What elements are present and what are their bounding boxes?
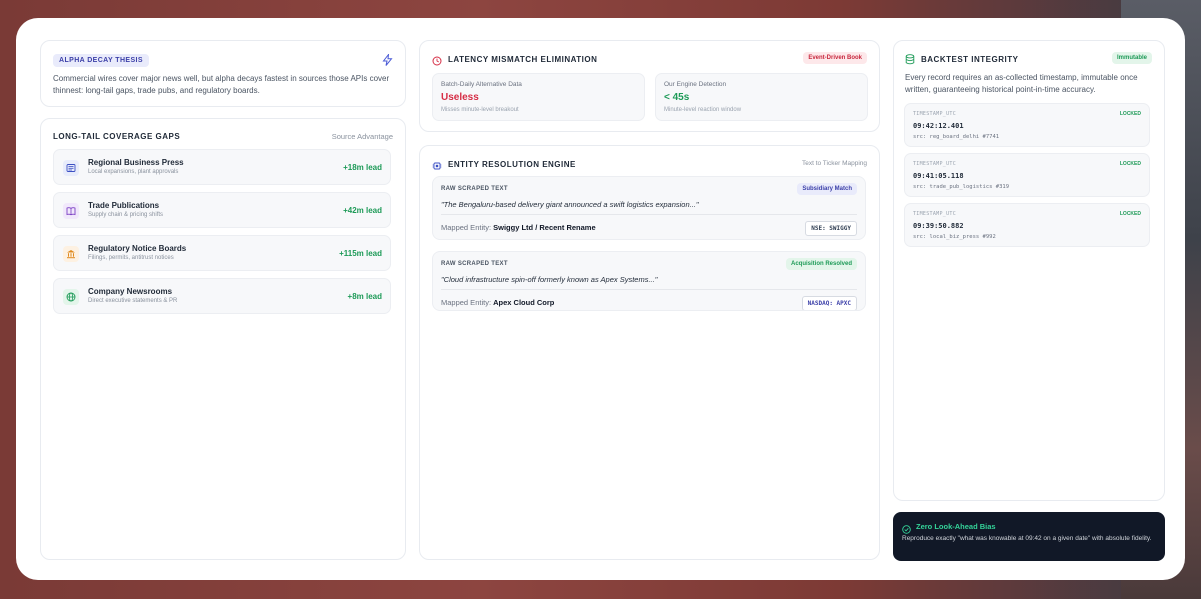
- coverage-item[interactable]: Company Newsrooms Direct executive state…: [53, 278, 391, 314]
- entity-raw-label: RAW SCRAPED TEXT: [441, 261, 508, 267]
- lookahead-text: Reproduce exactly "what was knowable at …: [902, 535, 1152, 542]
- alpha-thesis-text: Commercial wires cover major news well, …: [53, 74, 390, 95]
- entity-mapped-label: Mapped Entity:: [441, 298, 492, 307]
- bolt-icon[interactable]: [382, 52, 393, 71]
- bank-icon: [63, 246, 79, 262]
- latency-title: LATENCY MISMATCH ELIMINATION: [448, 55, 598, 64]
- entity-mapped-value: Swiggy Ltd / Recent Rename: [493, 223, 596, 232]
- coverage-item-name: Company Newsrooms: [88, 287, 173, 296]
- backtest-badge: Immutable: [1111, 52, 1152, 64]
- entity-item[interactable]: RAW SCRAPED TEXT Acquisition Resolved "C…: [432, 251, 866, 311]
- timestamp-record[interactable]: TIMESTAMP_UTC LOCKED 09:42:12.401 src: r…: [904, 103, 1150, 147]
- timestamp-source: src: trade_pub_logistics #319: [913, 184, 1010, 190]
- entity-divider: [441, 214, 857, 215]
- entity-mapped-value: Apex Cloud Corp: [493, 298, 555, 307]
- latency-engine-sub: Minute-level reaction window: [664, 107, 742, 113]
- latency-card: LATENCY MISMATCH ELIMINATION Event-Drive…: [419, 40, 880, 132]
- coverage-item-sub: Local expansions, plant approvals: [88, 169, 179, 175]
- coverage-item-lead: +115m lead: [339, 249, 382, 258]
- timestamp-value: 09:41:05.118: [913, 172, 964, 180]
- latency-batch-value: Useless: [441, 92, 479, 103]
- entity-mapped-row: Mapped Entity: Swiggy Ltd / Recent Renam…: [441, 223, 596, 232]
- database-icon: [905, 52, 915, 70]
- backtest-title: BACKTEST INTEGRITY: [921, 55, 1019, 64]
- timestamp-value: 09:39:50.882: [913, 222, 964, 230]
- backtest-text: Every record requires an as-collected ti…: [905, 73, 1138, 94]
- entity-mapped-row: Mapped Entity: Apex Cloud Corp: [441, 298, 554, 307]
- coverage-gaps-card: LONG-TAIL COVERAGE GAPS Source Advantage…: [40, 118, 406, 560]
- coverage-item-name: Regulatory Notice Boards: [88, 244, 187, 253]
- entity-match-badge: Acquisition Resolved: [785, 258, 857, 270]
- latency-batch-label: Batch-Daily Alternative Data: [441, 81, 522, 88]
- globe-icon: [63, 289, 79, 305]
- entity-quote: "The Bengaluru-based delivery giant anno…: [441, 200, 699, 209]
- lookahead-panel: Zero Look-Ahead Bias Reproduce exactly "…: [893, 512, 1165, 561]
- locked-badge: LOCKED: [1119, 111, 1141, 117]
- entity-divider: [441, 289, 857, 290]
- latency-batch-sub: Misses minute-level breakout: [441, 107, 519, 113]
- timestamp-record[interactable]: TIMESTAMP_UTC LOCKED 09:39:50.882 src: l…: [904, 203, 1150, 247]
- coverage-item-lead: +18m lead: [343, 163, 382, 172]
- coverage-item-lead: +8m lead: [347, 292, 382, 301]
- latency-batch-box: Batch-Daily Alternative Data Useless Mis…: [432, 73, 645, 121]
- lookahead-title: Zero Look-Ahead Bias: [916, 522, 996, 531]
- latency-badge: Event-Driven Book: [803, 52, 867, 64]
- entity-card: ENTITY RESOLUTION ENGINE Text to Ticker …: [419, 145, 880, 560]
- book-icon: [63, 203, 79, 219]
- entity-title: ENTITY RESOLUTION ENGINE: [448, 160, 576, 169]
- coverage-item-sub: Supply chain & pricing shifts: [88, 212, 164, 218]
- timestamp-label: TIMESTAMP_UTC: [913, 211, 957, 217]
- clock-icon: [432, 53, 442, 71]
- timestamp-source: src: reg_board_delhi #7741: [913, 134, 1000, 140]
- coverage-gaps-right-label: Source Advantage: [331, 132, 393, 141]
- app-frame: ALPHA DECAY THESIS Commercial wires cove…: [16, 18, 1185, 580]
- timestamp-record[interactable]: TIMESTAMP_UTC LOCKED 09:41:05.118 src: t…: [904, 153, 1150, 197]
- entity-raw-label: RAW SCRAPED TEXT: [441, 186, 508, 192]
- entity-quote: "Cloud infrastructure spin-off formerly …: [441, 275, 658, 284]
- timestamp-source: src: local_biz_press #992: [913, 234, 996, 240]
- coverage-item-name: Regional Business Press: [88, 158, 184, 167]
- coverage-item-sub: Direct executive statements & PR: [88, 298, 178, 304]
- locked-badge: LOCKED: [1119, 161, 1141, 167]
- entity-ticker[interactable]: NASDAQ: APXC: [801, 296, 857, 310]
- coverage-gaps-title: LONG-TAIL COVERAGE GAPS: [53, 132, 181, 141]
- alpha-thesis-card: ALPHA DECAY THESIS Commercial wires cove…: [40, 40, 406, 107]
- latency-engine-label: Our Engine Detection: [664, 81, 727, 88]
- entity-right-label: Text to Ticker Mapping: [801, 160, 867, 167]
- entity-item[interactable]: RAW SCRAPED TEXT Subsidiary Match "The B…: [432, 176, 866, 240]
- newspaper-icon: [63, 160, 79, 176]
- timestamp-label: TIMESTAMP_UTC: [913, 111, 957, 117]
- latency-engine-value: < 45s: [664, 92, 690, 103]
- cpu-icon: [432, 158, 442, 176]
- locked-badge: LOCKED: [1119, 211, 1141, 217]
- coverage-item-name: Trade Publications: [88, 201, 160, 210]
- coverage-item-sub: Filings, permits, antitrust notices: [88, 255, 174, 261]
- alpha-thesis-badge: ALPHA DECAY THESIS: [53, 54, 149, 67]
- coverage-item[interactable]: Trade Publications Supply chain & pricin…: [53, 192, 391, 228]
- coverage-item[interactable]: Regulatory Notice Boards Filings, permit…: [53, 235, 391, 271]
- coverage-item-lead: +42m lead: [343, 206, 382, 215]
- latency-engine-box: Our Engine Detection < 45s Minute-level …: [655, 73, 868, 121]
- entity-mapped-label: Mapped Entity:: [441, 223, 492, 232]
- coverage-item[interactable]: Regional Business Press Local expansions…: [53, 149, 391, 185]
- backtest-card: BACKTEST INTEGRITY Immutable Every recor…: [893, 40, 1165, 501]
- timestamp-label: TIMESTAMP_UTC: [913, 161, 957, 167]
- timestamp-value: 09:42:12.401: [913, 122, 964, 130]
- entity-ticker[interactable]: NSE: SWIGGY: [805, 221, 857, 236]
- entity-match-badge: Subsidiary Match: [797, 183, 857, 195]
